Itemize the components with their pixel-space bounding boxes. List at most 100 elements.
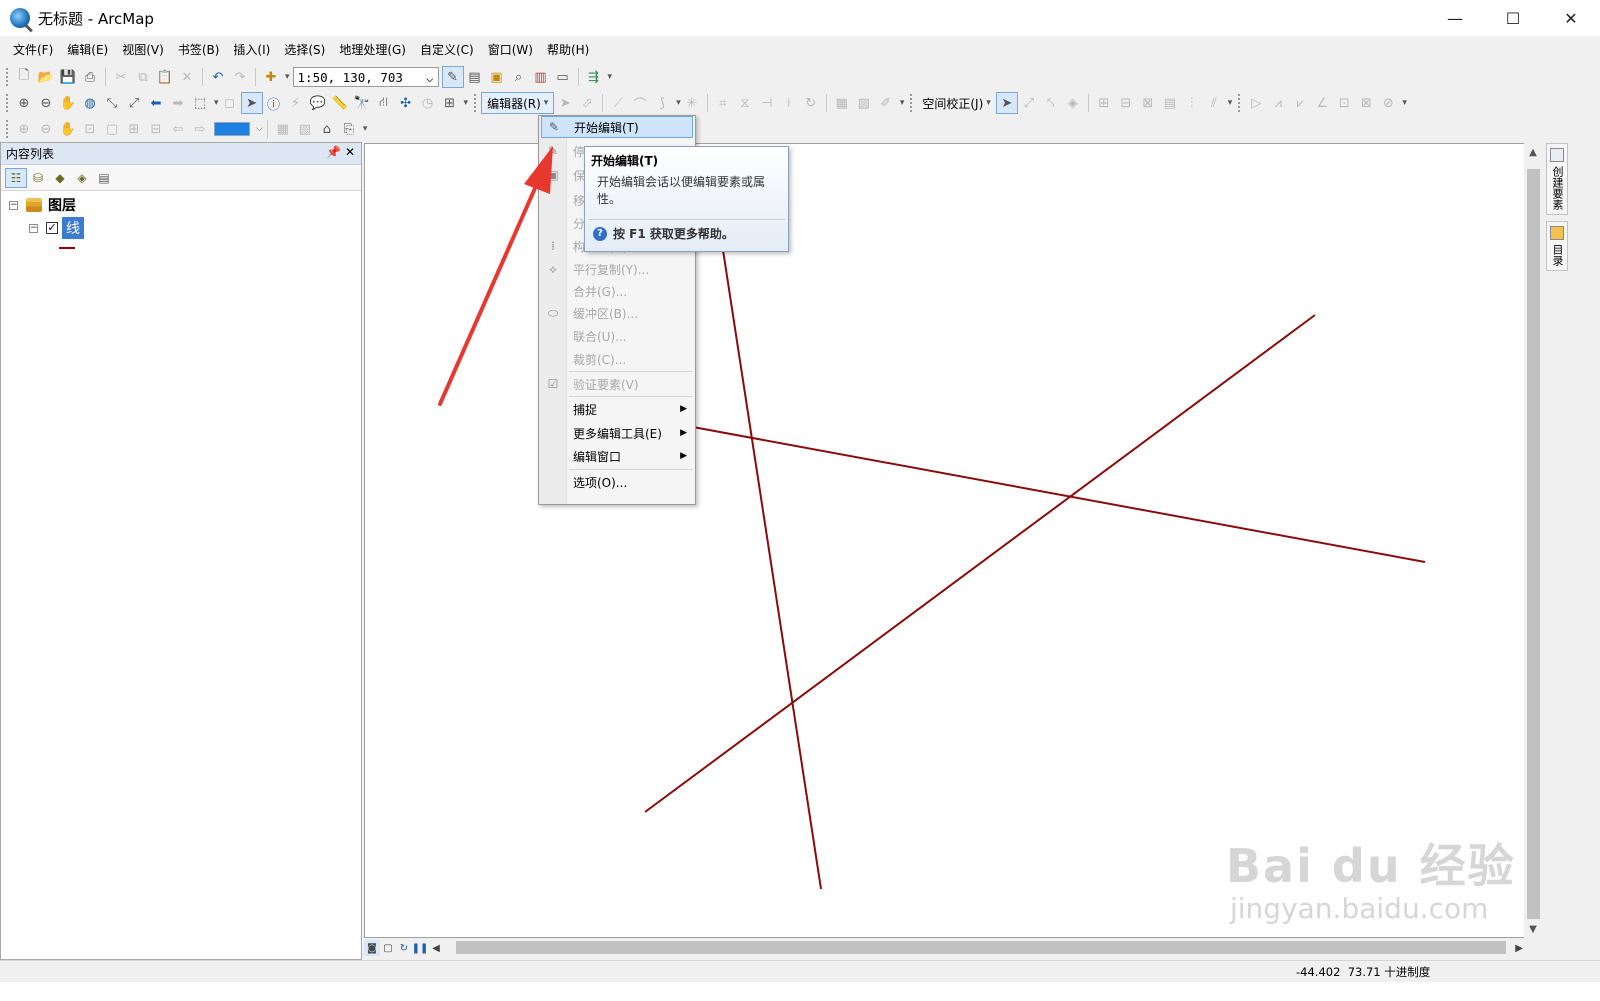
layers-root-label[interactable]: 图层 xyxy=(48,195,76,215)
trace-icon[interactable]: ⟆ xyxy=(651,92,673,114)
catalog-tab[interactable]: 目录 xyxy=(1546,221,1568,271)
map-scale-combo[interactable]: 1:50, 130, 703 ⌵ xyxy=(292,67,439,87)
toc-options-icon[interactable]: ▤ xyxy=(93,168,115,188)
toolbar-options-icon[interactable]: ▾ xyxy=(900,98,905,108)
measure-icon[interactable]: 📏 xyxy=(329,92,351,114)
scroll-left-icon[interactable]: ◀ xyxy=(428,940,444,956)
create-features-tab[interactable]: 创建要素 xyxy=(1546,143,1568,215)
multiple-displacement-links-icon[interactable]: ◈ xyxy=(1062,92,1084,114)
toolbar-grip[interactable] xyxy=(6,94,10,112)
copy-icon[interactable]: ⧉ xyxy=(132,66,154,88)
table-of-contents-icon[interactable]: ▤ xyxy=(464,66,486,88)
editor-toolbar-toggle-icon[interactable]: ✎ xyxy=(441,66,464,88)
chevron-down-icon[interactable]: ⌵ xyxy=(256,124,263,134)
attributes-icon[interactable]: ▦ xyxy=(831,92,853,114)
list-by-visibility-icon[interactable]: ◆ xyxy=(49,168,71,188)
catalog-window-icon[interactable]: ▣ xyxy=(486,66,508,88)
list-by-selection-icon[interactable]: ◈ xyxy=(71,168,93,188)
toolbar-grip[interactable] xyxy=(474,94,478,112)
new-document-icon[interactable]: 🗋 xyxy=(13,66,35,88)
cut-icon[interactable]: ✂ xyxy=(110,66,132,88)
edge-match-icon[interactable]: ⫶ xyxy=(1181,92,1203,114)
layout-zoom-out-icon[interactable]: ⊖ xyxy=(35,118,57,140)
paste-icon[interactable]: 📋 xyxy=(154,66,176,88)
layer-symbol-line[interactable] xyxy=(59,247,75,249)
select-elements-icon[interactable]: ➤ xyxy=(240,92,263,114)
back-arrow-icon[interactable]: ⬅ xyxy=(145,92,167,114)
menu-bookmarks[interactable]: 书签(B) xyxy=(171,37,227,63)
find-route-icon[interactable]: ⛙ xyxy=(373,92,395,114)
hyperlink-icon[interactable]: ⚡ xyxy=(285,92,307,114)
toolbar-options-icon[interactable]: ▾ xyxy=(608,72,613,82)
topology-modify-edge-icon[interactable]: ⩘ xyxy=(1267,92,1289,114)
menu-item-editing-windows[interactable]: 编辑窗口 ▶ xyxy=(541,445,693,467)
collapse-icon[interactable]: − xyxy=(29,223,38,233)
forward-arrow-icon[interactable]: ➡ xyxy=(167,92,189,114)
data-driven-pages-icon[interactable]: ⎘ xyxy=(338,118,360,140)
edit-vertices-icon[interactable]: ⌗ xyxy=(712,92,734,114)
save-icon[interactable]: 💾 xyxy=(57,66,79,88)
arctoolbox-icon[interactable]: ▥ xyxy=(530,66,552,88)
html-popup-icon[interactable]: 💬 xyxy=(307,92,329,114)
fixed-zoom-out-layout-icon[interactable]: ⊟ xyxy=(145,118,167,140)
clear-selection-icon[interactable]: ◻ xyxy=(219,92,241,114)
menu-geoprocessing[interactable]: 地理处理(G) xyxy=(332,37,413,63)
fixed-zoom-in-layout-icon[interactable]: ⊞ xyxy=(123,118,145,140)
menu-item-union[interactable]: 联合(U)... xyxy=(541,325,693,347)
menu-item-copy-parallel[interactable]: ⟡ 平行复制(Y)... xyxy=(541,258,693,280)
list-by-source-icon[interactable]: ⛁ xyxy=(27,168,49,188)
layout-view-icon[interactable]: ▢ xyxy=(380,940,396,956)
error-inspector-icon[interactable]: ⊘ xyxy=(1377,92,1399,114)
list-by-drawing-order-icon[interactable]: ☷ xyxy=(5,167,27,188)
print-icon[interactable]: ⎙ xyxy=(79,66,101,88)
toolbar-grip[interactable] xyxy=(1238,94,1242,112)
layer-row[interactable]: − ✓ 线 xyxy=(29,217,84,239)
toolbar-options-icon[interactable]: ▾ xyxy=(363,124,368,134)
map-vertical-scrollbar[interactable]: ▲ ▼ xyxy=(1524,143,1542,938)
add-data-icon[interactable]: ✚ xyxy=(260,66,282,88)
menu-edit[interactable]: 编辑(E) xyxy=(60,37,115,63)
new-displacement-link-icon[interactable]: ⤢ xyxy=(1018,92,1040,114)
layers-root-row[interactable]: − 图层 xyxy=(9,195,76,215)
focus-data-frame-icon[interactable]: ▧ xyxy=(294,118,316,140)
layer-visibility-checkbox[interactable]: ✓ xyxy=(46,222,58,234)
layout-pan-icon[interactable]: ✋ xyxy=(57,118,79,140)
find-icon[interactable]: 🔭 xyxy=(351,92,373,114)
create-features-icon[interactable]: ✐ xyxy=(875,92,897,114)
toolbar-options-icon[interactable]: ▾ xyxy=(1402,98,1407,108)
close-button[interactable]: ✕ xyxy=(1542,0,1600,36)
chevron-down-icon[interactable]: ⌵ xyxy=(426,70,434,85)
topology-edit-icon[interactable]: ▷ xyxy=(1245,92,1267,114)
scroll-right-icon[interactable]: ▶ xyxy=(1515,943,1523,954)
menu-insert[interactable]: 插入(I) xyxy=(226,37,277,63)
scroll-up-icon[interactable]: ▲ xyxy=(1524,143,1542,161)
pin-icon[interactable]: 📌 xyxy=(326,145,341,159)
python-window-icon[interactable]: ▭ xyxy=(552,66,574,88)
scroll-down-icon[interactable]: ▼ xyxy=(1524,920,1542,938)
toolbar-options-icon[interactable]: ▾ xyxy=(1228,98,1233,108)
menu-selection[interactable]: 选择(S) xyxy=(277,37,332,63)
menu-customize[interactable]: 自定义(C) xyxy=(413,37,481,63)
delete-icon[interactable]: ✕ xyxy=(176,66,198,88)
close-icon[interactable]: ✕ xyxy=(345,145,355,159)
editor-menu-button[interactable]: 编辑器(R) ▾ xyxy=(481,92,555,114)
menu-help[interactable]: 帮助(H) xyxy=(540,37,596,63)
zoom-in-icon[interactable]: ⊕ xyxy=(13,92,35,114)
previous-extent-layout-icon[interactable]: ⇦ xyxy=(167,118,189,140)
end-point-arc-icon[interactable]: ⌒ xyxy=(629,92,651,114)
edit-tool-icon[interactable]: ➤ xyxy=(554,92,576,114)
fixed-zoom-out-icon[interactable]: ⤢ xyxy=(123,92,145,114)
zoom-whole-page-icon[interactable]: ⊡ xyxy=(79,118,101,140)
fill-color-swatch[interactable] xyxy=(214,122,250,136)
rotate-icon[interactable]: ↻ xyxy=(800,92,822,114)
select-features-icon[interactable]: ⬚ xyxy=(189,92,211,114)
topology-reshape-edge-icon[interactable]: ⩗ xyxy=(1289,92,1311,114)
time-slider-icon[interactable]: ◷ xyxy=(417,92,439,114)
menu-item-validate-features[interactable]: ☑ 验证要素(V) xyxy=(541,373,693,395)
edit-annotation-icon[interactable]: ⬀ xyxy=(576,92,598,114)
select-elements-icon[interactable]: ➤ xyxy=(995,92,1018,114)
layout-zoom-in-icon[interactable]: ⊕ xyxy=(13,118,35,140)
pause-drawing-icon[interactable]: ❚❚ xyxy=(412,940,429,956)
menu-item-snapping[interactable]: 捕捉 ▶ xyxy=(541,398,693,420)
refresh-icon[interactable]: ↻ xyxy=(396,940,412,956)
